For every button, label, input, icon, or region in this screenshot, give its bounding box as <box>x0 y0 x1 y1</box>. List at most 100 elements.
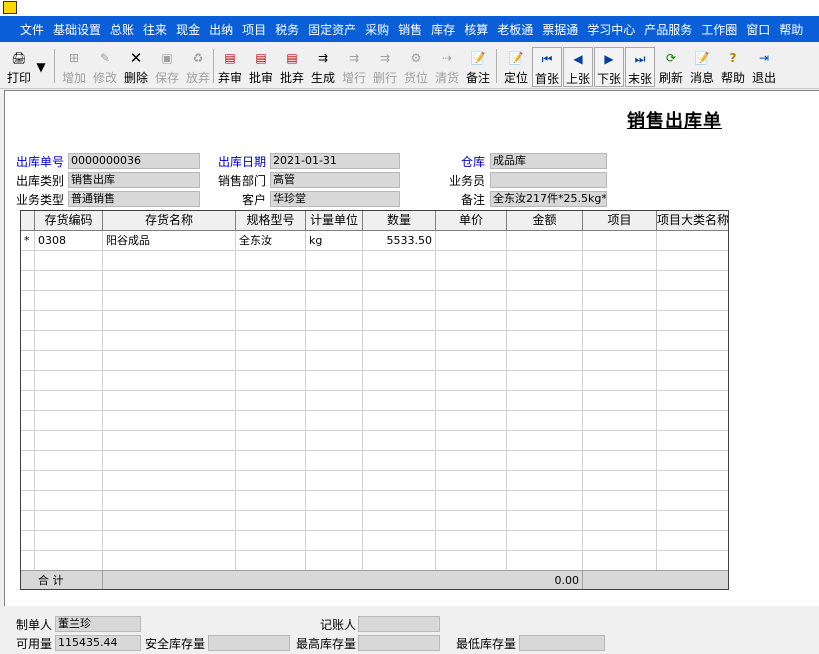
note-button[interactable]: 📝 备注 <box>463 47 493 87</box>
table-cell-project-class[interactable] <box>657 491 728 511</box>
menu-sales[interactable]: 销售 <box>398 21 422 38</box>
table-cell-project[interactable] <box>583 351 657 371</box>
table-cell-name[interactable] <box>103 251 236 271</box>
table-cell-unit[interactable] <box>306 531 363 551</box>
grid-header-amount[interactable]: 金额 <box>507 211 583 231</box>
table-row[interactable] <box>21 391 728 411</box>
menu-fixed-assets[interactable]: 固定资产 <box>308 21 356 38</box>
table-cell-amount[interactable] <box>507 271 583 291</box>
table-cell-code[interactable] <box>35 551 103 571</box>
table-cell-price[interactable] <box>436 311 507 331</box>
table-cell-amount[interactable] <box>507 251 583 271</box>
menu-cash[interactable]: 现金 <box>176 21 200 38</box>
table-cell-amount[interactable] <box>507 291 583 311</box>
table-cell-code[interactable] <box>35 311 103 331</box>
table-cell-qty[interactable]: 5533.50 <box>363 231 436 251</box>
table-cell-unit[interactable] <box>306 411 363 431</box>
table-cell-code[interactable] <box>35 471 103 491</box>
clear-button[interactable]: ⇢ 清货 <box>432 47 462 87</box>
table-cell-qty[interactable] <box>363 491 436 511</box>
table-cell-spec[interactable] <box>236 391 306 411</box>
approve-button[interactable]: ▤ 批审 <box>246 47 276 87</box>
table-cell-amount[interactable] <box>507 531 583 551</box>
table-cell-qty[interactable] <box>363 531 436 551</box>
menu-basic-settings[interactable]: 基础设置 <box>53 21 101 38</box>
warehouse-field[interactable]: 成品库 <box>490 153 607 169</box>
message-button[interactable]: 📝 消息 <box>687 47 717 87</box>
table-cell-qty[interactable] <box>363 251 436 271</box>
print-button[interactable]: 🖨 打印 <box>4 47 34 87</box>
table-cell-unit[interactable] <box>306 391 363 411</box>
out-date-field[interactable]: 2021-01-31 <box>270 153 400 169</box>
table-row[interactable] <box>21 531 728 551</box>
table-cell-project[interactable] <box>583 271 657 291</box>
grid-header-price[interactable]: 单价 <box>436 211 507 231</box>
table-cell-code[interactable] <box>35 411 103 431</box>
table-cell-name[interactable] <box>103 451 236 471</box>
table-row[interactable] <box>21 291 728 311</box>
table-cell-spec[interactable] <box>236 411 306 431</box>
table-cell-unit[interactable] <box>306 271 363 291</box>
table-cell-qty[interactable] <box>363 371 436 391</box>
table-cell-project[interactable] <box>583 551 657 571</box>
add-row-button[interactable]: ⇉ 增行 <box>339 47 369 87</box>
table-row[interactable] <box>21 411 728 431</box>
table-cell-price[interactable] <box>436 491 507 511</box>
table-cell-spec[interactable] <box>236 331 306 351</box>
batch-abandon-button[interactable]: ▤ 批弃 <box>277 47 307 87</box>
save-button[interactable]: ▣ 保存 <box>152 47 182 87</box>
table-cell-spec[interactable] <box>236 351 306 371</box>
table-cell-unit[interactable] <box>306 491 363 511</box>
table-cell-qty[interactable] <box>363 551 436 571</box>
table-cell-amount[interactable] <box>507 431 583 451</box>
table-cell-price[interactable] <box>436 371 507 391</box>
table-row[interactable] <box>21 331 728 351</box>
table-cell-project-class[interactable] <box>657 431 728 451</box>
table-cell-name[interactable] <box>103 511 236 531</box>
table-cell-unit[interactable]: kg <box>306 231 363 251</box>
table-cell-amount[interactable] <box>507 311 583 331</box>
table-cell-price[interactable] <box>436 231 507 251</box>
table-cell-spec[interactable] <box>236 271 306 291</box>
table-cell-amount[interactable] <box>507 371 583 391</box>
table-cell-code[interactable] <box>35 291 103 311</box>
table-cell-qty[interactable] <box>363 411 436 431</box>
menu-ledger[interactable]: 总账 <box>110 21 134 38</box>
table-cell-code[interactable] <box>35 391 103 411</box>
table-cell-code[interactable]: 0308 <box>35 231 103 251</box>
grid-header-project[interactable]: 项目 <box>583 211 657 231</box>
table-cell-name[interactable] <box>103 531 236 551</box>
biz-type-field[interactable]: 普通销售 <box>68 191 200 207</box>
table-cell-amount[interactable] <box>507 351 583 371</box>
grid-header-name[interactable]: 存货名称 <box>103 211 236 231</box>
table-cell-qty[interactable] <box>363 271 436 291</box>
menu-cashier[interactable]: 出纳 <box>209 21 233 38</box>
table-cell-project[interactable] <box>583 491 657 511</box>
table-cell-price[interactable] <box>436 251 507 271</box>
table-cell-price[interactable] <box>436 271 507 291</box>
table-cell-price[interactable] <box>436 431 507 451</box>
table-cell-price[interactable] <box>436 391 507 411</box>
table-cell-project[interactable] <box>583 331 657 351</box>
table-row[interactable] <box>21 371 728 391</box>
table-cell-name[interactable] <box>103 431 236 451</box>
table-cell-code[interactable] <box>35 371 103 391</box>
location-button[interactable]: ⚙ 货位 <box>401 47 431 87</box>
out-type-field[interactable]: 销售出库 <box>68 172 200 188</box>
table-cell-amount[interactable] <box>507 451 583 471</box>
table-cell-code[interactable] <box>35 531 103 551</box>
table-cell-amount[interactable] <box>507 331 583 351</box>
table-cell-project-class[interactable] <box>657 531 728 551</box>
table-cell-unit[interactable] <box>306 471 363 491</box>
table-cell-price[interactable] <box>436 291 507 311</box>
menu-window[interactable]: 窗口 <box>746 21 770 38</box>
table-cell-code[interactable] <box>35 351 103 371</box>
table-cell-price[interactable] <box>436 551 507 571</box>
table-cell-project-class[interactable] <box>657 271 728 291</box>
locate-button[interactable]: 📝 定位 <box>501 47 531 87</box>
table-cell-amount[interactable] <box>507 491 583 511</box>
table-cell-unit[interactable] <box>306 311 363 331</box>
table-cell-spec[interactable] <box>236 471 306 491</box>
table-cell-project-class[interactable] <box>657 371 728 391</box>
table-cell-project-class[interactable] <box>657 551 728 571</box>
